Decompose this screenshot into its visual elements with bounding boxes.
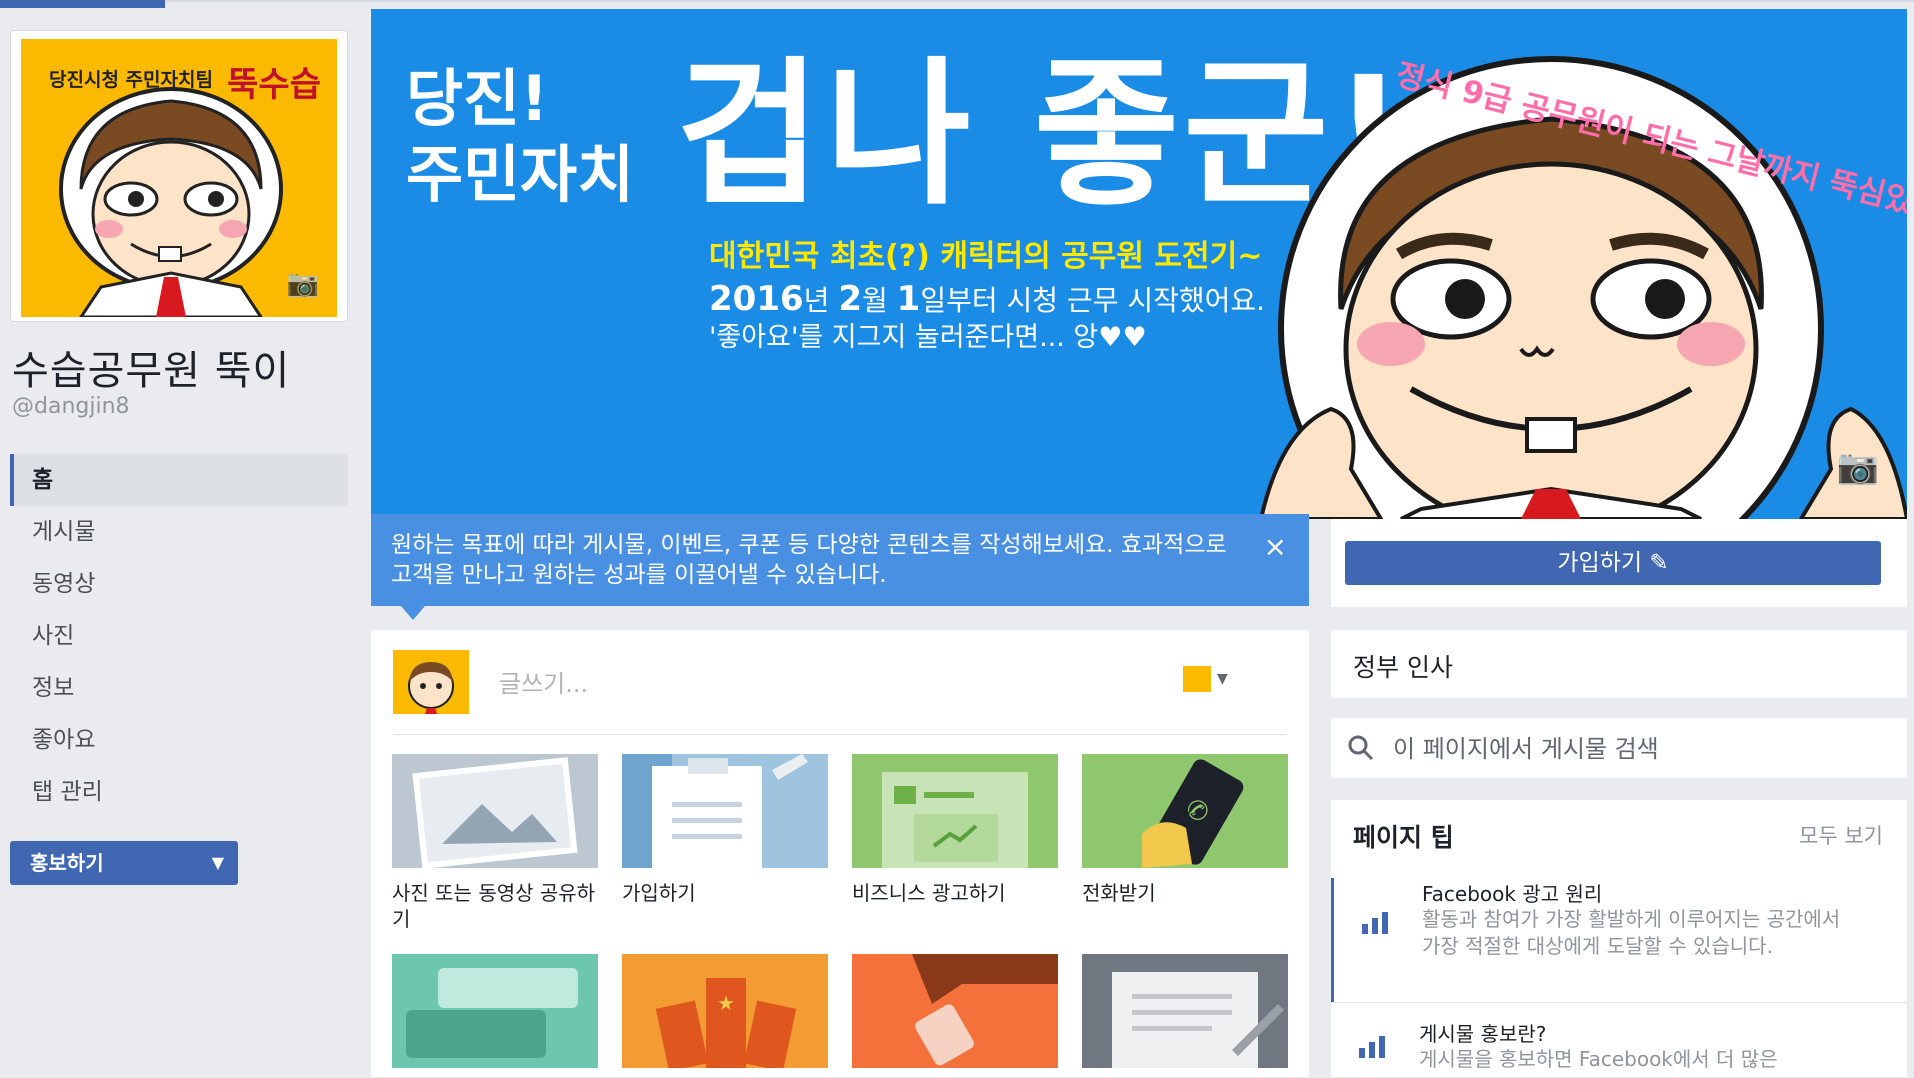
left-column: 당진시청 주민자치팀 뚝수습 📷 수습공무원 뚝이 @dangjin8 홈 게시… <box>0 26 358 1077</box>
camera-icon[interactable]: 📷 <box>287 269 319 299</box>
card-join[interactable]: 가입하기 <box>622 754 828 906</box>
document-icon <box>1082 954 1288 1068</box>
cover-day: 1 <box>896 279 921 319</box>
profile-picture-frame[interactable]: 당진시청 주민자치팀 뚝수습 📷 <box>10 30 348 322</box>
price-tag-icon <box>852 954 1058 1068</box>
tickets-icon: ★ <box>622 954 828 1068</box>
chevron-down-icon: ▼ <box>1217 671 1228 687</box>
cover-text-month-suffix: 월 <box>861 284 897 317</box>
page-title: 수습공무원 뚝이 <box>12 348 291 394</box>
bar-chart-icon <box>1359 1036 1385 1058</box>
card-share-photo-video[interactable]: 사진 또는 동영상 공유하기 <box>392 754 598 932</box>
search-icon <box>1348 735 1374 761</box>
content-tip-banner: 원하는 목표에 따라 게시물, 이벤트, 쿠폰 등 다양한 콘텐츠를 작성해보세… <box>371 514 1309 606</box>
cover-camera-icon[interactable]: 📷 <box>1837 447 1879 487</box>
composer-divider <box>393 734 1287 735</box>
tip-description: 활동과 참여가 가장 활발하게 이루어지는 공간에서 가장 적절한 대상에게 도… <box>1422 907 1841 958</box>
nav-item-manage-tabs[interactable]: 탭 관리 <box>10 766 348 818</box>
cover-text-year-suffix: 년 <box>803 284 839 317</box>
page-tips-title: 페이지 팁 <box>1353 823 1454 852</box>
card-offer[interactable] <box>852 954 1058 1068</box>
page-category-text: 정부 인사 <box>1353 653 1453 682</box>
tip-description: 게시물을 홍보하면 Facebook에서 더 많은 <box>1419 1047 1778 1071</box>
page-category: 정부 인사 <box>1331 630 1907 698</box>
see-all-link[interactable]: 모두 보기 <box>1799 820 1883 850</box>
cover-photo[interactable]: 당진! 주민자치 겁나 좋군! 대한민국 최초(?) 캐릭터의 공무원 도전기~… <box>371 9 1907 519</box>
composer-avatar <box>393 650 469 714</box>
search-input[interactable] <box>1391 730 1875 768</box>
phone-icon: ✆ <box>1082 754 1288 868</box>
cover-left-title-line2: 주민자치 <box>406 138 635 211</box>
card-message[interactable] <box>392 954 598 1068</box>
cover-year: 2016 <box>709 279 804 319</box>
card-label: 전화받기 <box>1082 881 1156 905</box>
page-nav: 홈 게시물 동영상 사진 정보 좋아요 탭 관리 <box>10 454 348 818</box>
chat-bubbles-icon <box>392 954 598 1068</box>
join-button-label: 가입하기 <box>1557 550 1643 576</box>
content-tip-text: 원하는 목표에 따라 게시물, 이벤트, 쿠폰 등 다양한 콘텐츠를 작성해보세… <box>391 532 1227 588</box>
card-get-calls[interactable]: ✆ 전화받기 <box>1082 754 1288 906</box>
card-promote-business[interactable]: 비즈니스 광고하기 <box>852 754 1058 906</box>
card-label: 비즈니스 광고하기 <box>852 881 1006 905</box>
card-event[interactable]: ★ <box>622 954 828 1068</box>
tip-title: 게시물 홍보란? <box>1419 1022 1547 1046</box>
top-bar-border <box>0 0 1914 2</box>
profile-picture[interactable]: 당진시청 주민자치팀 뚝수습 📷 <box>21 39 337 317</box>
join-button[interactable]: 가입하기 ✎ <box>1345 541 1881 585</box>
tip-item[interactable]: 게시물 홍보란? 게시물을 홍보하면 Facebook에서 더 많은 <box>1331 1018 1907 1078</box>
photo-icon <box>392 754 598 868</box>
cover-like-request: '좋아요'를 지그지 눌러준다면... 앙♥♥ <box>709 322 1147 353</box>
page-username[interactable]: @dangjin8 <box>12 394 130 419</box>
pencil-icon: ✎ <box>1649 550 1669 576</box>
card-label: 가입하기 <box>622 881 696 905</box>
ad-icon <box>852 754 1058 868</box>
svg-text:★: ★ <box>717 991 735 1015</box>
clipboard-icon <box>622 754 828 868</box>
promote-button-label: 홍보하기 <box>30 851 104 875</box>
nav-item-videos[interactable]: 동영상 <box>10 558 348 610</box>
card-note[interactable] <box>1082 954 1288 1068</box>
tip-title: Facebook 광고 원리 <box>1422 882 1603 906</box>
nav-item-posts[interactable]: 게시물 <box>10 506 348 558</box>
nav-item-about[interactable]: 정보 <box>10 662 348 714</box>
cover-left-title-line1: 당진! <box>406 62 549 135</box>
tip-pointer <box>401 606 425 620</box>
nav-item-home[interactable]: 홈 <box>10 454 348 506</box>
nav-item-likes[interactable]: 좋아요 <box>10 714 348 766</box>
chevron-down-icon: ▼ <box>211 853 224 872</box>
post-composer: 글쓰기... ▼ 사진 또는 동영상 공유하기 가입하기 비즈니스 광고하기 ✆… <box>371 630 1309 1077</box>
page-tips-panel: 페이지 팁 모두 보기 Facebook 광고 원리 활동과 참여가 가장 활발… <box>1331 800 1907 1077</box>
card-label: 사진 또는 동영상 공유하기 <box>392 881 596 931</box>
tip-item[interactable]: Facebook 광고 원리 활동과 참여가 가장 활발하게 이루어지는 공간에… <box>1331 878 1907 1002</box>
close-icon[interactable]: × <box>1264 532 1287 562</box>
post-as-selector[interactable]: ▼ <box>1183 666 1228 692</box>
page-post-search <box>1331 718 1907 778</box>
cover-left-title: 당진! 주민자치 <box>406 61 634 213</box>
cover-month: 2 <box>838 279 862 319</box>
promote-button[interactable]: 홍보하기 ▼ <box>10 841 238 885</box>
post-as-avatar <box>1183 666 1211 692</box>
write-post-input[interactable]: 글쓰기... <box>499 664 588 699</box>
top-bar-active-indicator <box>0 0 165 8</box>
bar-chart-icon <box>1362 912 1388 934</box>
nav-item-photos[interactable]: 사진 <box>10 610 348 662</box>
join-panel: 가입하기 ✎ <box>1331 519 1907 607</box>
tip-divider <box>1331 1002 1907 1003</box>
